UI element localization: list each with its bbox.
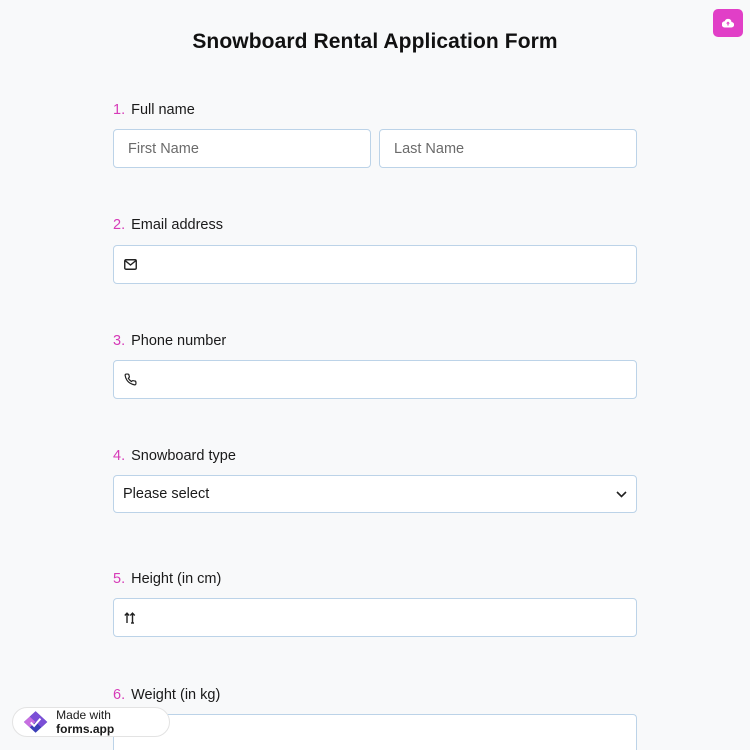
forms-app-logo-icon <box>23 711 48 733</box>
form-title: Snowboard Rental Application Form <box>192 30 558 53</box>
last-name-input[interactable] <box>380 130 636 167</box>
last-name-field[interactable] <box>379 129 637 168</box>
question-text: Phone number <box>131 333 227 349</box>
question-label-snowboard-type: 4. Snowboard type <box>113 448 236 464</box>
question-number: 6. <box>113 687 126 703</box>
question-label-height: 5. Height (in cm) <box>113 571 221 587</box>
cloud-upload-icon <box>722 18 734 28</box>
height-arrows-icon <box>114 599 154 636</box>
question-label-phone: 3. Phone number <box>113 333 226 349</box>
first-name-field[interactable] <box>113 129 371 168</box>
badge-text: Made with forms.app <box>56 708 169 736</box>
made-with-forms-app-badge[interactable]: Made with forms.app <box>12 707 170 737</box>
badge-brand: forms.app <box>56 722 115 736</box>
question-label-email: 2. Email address <box>113 217 223 233</box>
email-input[interactable] <box>154 246 636 283</box>
question-text: Snowboard type <box>131 448 236 464</box>
weight-input[interactable] <box>114 715 636 750</box>
badge-prefix: Made with <box>56 708 111 722</box>
phone-field[interactable] <box>113 360 637 399</box>
question-text: Height (in cm) <box>131 571 222 587</box>
question-text: Email address <box>131 217 223 233</box>
chevron-down-icon <box>606 490 636 498</box>
question-number: 4. <box>113 448 126 464</box>
height-field[interactable] <box>113 598 637 637</box>
snowboard-type-select[interactable]: Please select <box>113 475 637 513</box>
envelope-icon <box>114 246 154 283</box>
question-label-weight: 6. Weight (in kg) <box>113 687 220 703</box>
question-number: 2. <box>113 217 126 233</box>
question-number: 5. <box>113 571 126 587</box>
select-value: Please select <box>123 486 210 502</box>
phone-input[interactable] <box>154 361 636 398</box>
first-name-input[interactable] <box>114 130 370 167</box>
phone-icon <box>114 361 154 398</box>
question-text: Full name <box>131 102 195 118</box>
question-label-full-name: 1. Full name <box>113 102 195 118</box>
question-text: Weight (in kg) <box>131 687 221 703</box>
question-number: 1. <box>113 102 126 118</box>
weight-field[interactable] <box>113 714 637 750</box>
height-input[interactable] <box>154 599 636 636</box>
question-number: 3. <box>113 333 126 349</box>
email-field[interactable] <box>113 245 637 284</box>
